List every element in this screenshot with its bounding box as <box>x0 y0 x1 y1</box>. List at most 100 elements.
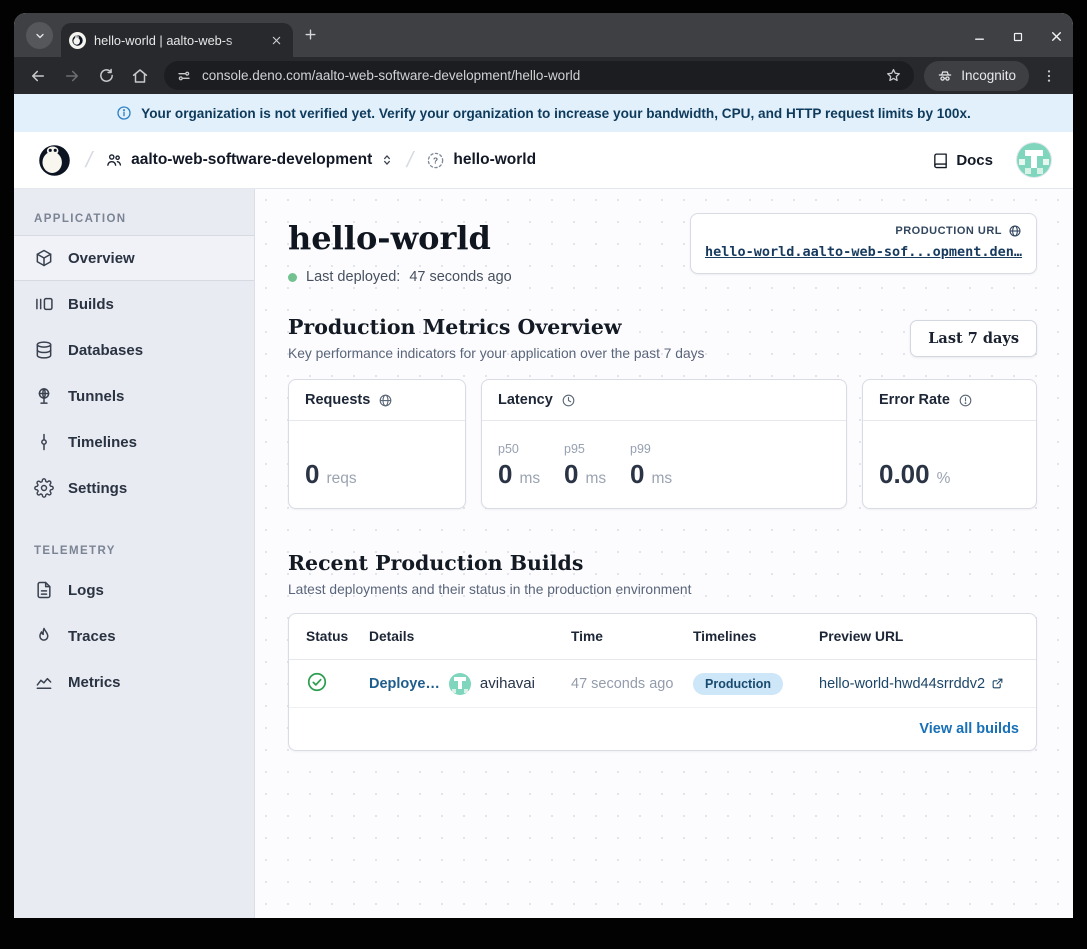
trend-icon <box>34 672 54 692</box>
production-url-link[interactable]: hello-world.aalto-web-sof...opment.den… <box>705 244 1022 260</box>
production-badge[interactable]: Production <box>693 673 783 695</box>
sidebar-section-telemetry: TELEMETRY <box>14 529 254 567</box>
globe-icon <box>378 393 393 408</box>
latency-card-title: Latency <box>498 392 553 408</box>
deno-favicon <box>69 32 86 49</box>
new-tab-button[interactable] <box>303 27 318 47</box>
incognito-badge: Incognito <box>924 61 1029 91</box>
forward-button[interactable] <box>58 62 86 90</box>
last-deployed-label: Last deployed: <box>306 269 400 285</box>
back-button[interactable] <box>24 62 52 90</box>
flame-icon <box>34 626 54 646</box>
latency-p50: p50 0ms <box>498 442 545 490</box>
organization-icon <box>105 151 123 169</box>
project-title-block: hello-world Last deployed: 47 seconds ag… <box>288 213 512 285</box>
sidebar-item-label: Overview <box>68 250 135 267</box>
tab-search-button[interactable] <box>26 22 53 49</box>
kebab-menu-icon <box>1041 68 1057 84</box>
sidebar-item-logs[interactable]: Logs <box>14 567 254 613</box>
sidebar-item-databases[interactable]: Databases <box>14 327 254 373</box>
sidebar-item-label: Logs <box>68 582 104 599</box>
build-details-cell: Deploye… avihavai <box>369 673 571 695</box>
page-title: hello-world <box>288 219 512 257</box>
package-icon <box>34 248 54 268</box>
view-all-builds-link[interactable]: View all builds <box>919 721 1019 737</box>
home-button[interactable] <box>126 62 154 90</box>
site-settings-icon[interactable] <box>176 68 192 84</box>
sidebar-item-overview[interactable]: Overview <box>14 235 254 281</box>
build-timeline-cell: Production <box>693 673 819 695</box>
deno-logo[interactable] <box>36 142 73 179</box>
status-dot <box>288 273 297 282</box>
database-icon <box>34 340 54 360</box>
sidebar-item-traces[interactable]: Traces <box>14 613 254 659</box>
sidebar-item-builds[interactable]: Builds <box>14 281 254 327</box>
requests-card-title: Requests <box>305 392 370 408</box>
home-icon <box>131 67 149 85</box>
browser-toolbar: console.deno.com/aalto-web-software-deve… <box>14 57 1073 94</box>
project-breadcrumb[interactable]: ? hello-world <box>426 151 536 170</box>
tab-close-icon[interactable] <box>267 31 285 49</box>
bookmark-star-icon[interactable] <box>885 67 902 84</box>
sidebar-item-metrics[interactable]: Metrics <box>14 659 254 705</box>
org-name: aalto-web-software-development <box>131 151 372 169</box>
build-preview-link[interactable]: hello-world-hwd44srrddv2 <box>819 676 1019 692</box>
build-status-cell <box>306 671 369 697</box>
browser-tab[interactable]: hello-world | aalto-web-s <box>61 23 293 57</box>
builds-table-footer: View all builds <box>289 708 1036 750</box>
latency-p99: p99 0ms <box>630 442 677 490</box>
sidebar-item-label: Settings <box>68 480 127 497</box>
header-right: Docs <box>932 143 1051 177</box>
error-rate-card-title: Error Rate <box>879 392 950 408</box>
latency-card: Latency p50 0ms p95 0ms <box>481 379 847 509</box>
external-link-icon <box>991 677 1004 690</box>
breadcrumb-separator: / <box>81 147 97 173</box>
col-time: Time <box>571 629 693 644</box>
close-icon[interactable] <box>1050 30 1063 43</box>
alert-circle-icon <box>958 393 973 408</box>
builds-icon <box>34 294 54 314</box>
last-deployed-status: Last deployed: 47 seconds ago <box>288 269 512 285</box>
app-header: / aalto-web-software-development / ? hel… <box>14 132 1073 189</box>
build-details-link[interactable]: Deploye… <box>369 676 440 692</box>
metrics-section-title: Production Metrics Overview <box>288 315 704 339</box>
error-rate-value: 0.00 <box>879 459 930 490</box>
error-rate-card: Error Rate 0.00 % <box>862 379 1037 509</box>
org-switcher-icon[interactable] <box>380 153 394 167</box>
requests-card: Requests 0 reqs <box>288 379 466 509</box>
sidebar-item-label: Tunnels <box>68 388 124 405</box>
content-area: APPLICATION Overview Builds Databases Tu… <box>14 189 1073 918</box>
production-url-label: PRODUCTION URL <box>895 225 1002 237</box>
maximize-icon[interactable] <box>1012 31 1024 43</box>
sidebar-item-settings[interactable]: Settings <box>14 465 254 511</box>
tab-title: hello-world | aalto-web-s <box>94 33 254 48</box>
col-details: Details <box>369 629 571 644</box>
check-circle-icon <box>306 671 328 693</box>
banner-text: Your organization is not verified yet. V… <box>141 106 971 121</box>
main-panel: hello-world Last deployed: 47 seconds ag… <box>255 189 1073 918</box>
reload-icon <box>98 67 115 84</box>
docs-link[interactable]: Docs <box>932 152 993 169</box>
incognito-label: Incognito <box>961 68 1016 83</box>
sidebar-item-label: Metrics <box>68 674 121 691</box>
col-status: Status <box>306 629 369 644</box>
back-arrow-icon <box>29 67 47 85</box>
metrics-section-subtitle: Key performance indicators for your appl… <box>288 346 704 361</box>
sidebar-item-timelines[interactable]: Timelines <box>14 419 254 465</box>
url-text[interactable]: console.deno.com/aalto-web-software-deve… <box>202 68 875 83</box>
user-avatar[interactable] <box>1017 143 1051 177</box>
author-avatar <box>449 673 471 695</box>
sidebar-item-label: Traces <box>68 628 116 645</box>
project-name: hello-world <box>453 151 536 169</box>
verification-banner[interactable]: Your organization is not verified yet. V… <box>14 94 1073 132</box>
error-rate-unit: % <box>937 470 951 488</box>
book-icon <box>932 152 949 169</box>
time-range-button[interactable]: Last 7 days <box>910 320 1037 357</box>
address-bar[interactable]: console.deno.com/aalto-web-software-deve… <box>164 61 914 90</box>
minimize-icon[interactable] <box>973 30 986 43</box>
reload-button[interactable] <box>92 62 120 90</box>
org-breadcrumb[interactable]: aalto-web-software-development <box>105 151 394 169</box>
window-controls <box>973 30 1063 43</box>
browser-menu-button[interactable] <box>1035 62 1063 90</box>
sidebar-item-tunnels[interactable]: Tunnels <box>14 373 254 419</box>
